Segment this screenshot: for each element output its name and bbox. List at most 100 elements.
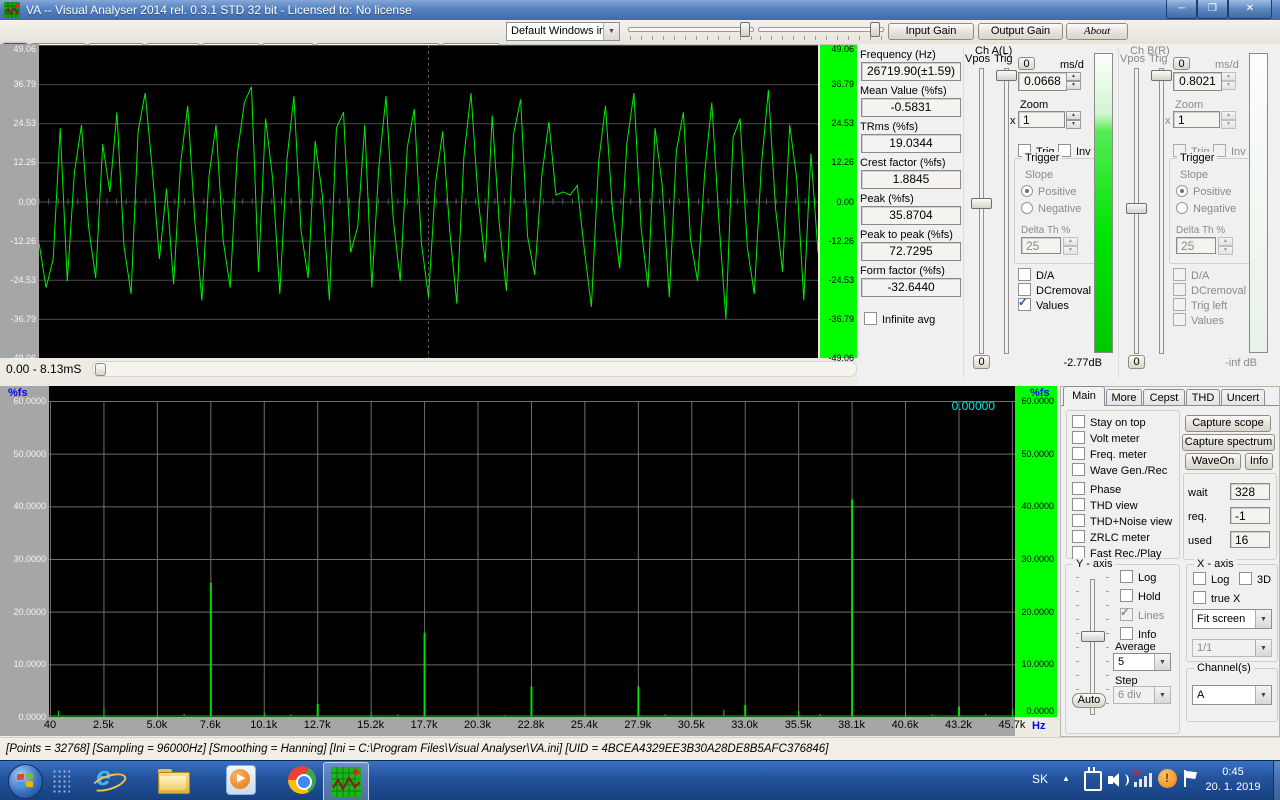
- gain-slider-2-thumb[interactable]: [870, 22, 880, 37]
- checkbox-box[interactable]: [1072, 415, 1085, 428]
- checkbox-box[interactable]: ✓: [1018, 298, 1031, 311]
- ratio-select[interactable]: 1/1 ▼: [1192, 639, 1272, 657]
- chrome-icon[interactable]: [288, 766, 318, 796]
- safely-remove-icon[interactable]: [1084, 771, 1102, 791]
- gain-slider-2[interactable]: [758, 27, 884, 32]
- radio-circle[interactable]: [1176, 185, 1188, 197]
- chA-check-values[interactable]: ✓Values: [1018, 298, 1069, 312]
- chA-inv-checkbox[interactable]: Inv: [1058, 144, 1091, 158]
- chB-zero-button[interactable]: 0: [1173, 57, 1190, 70]
- action-center-warning-icon[interactable]: !: [1158, 769, 1177, 788]
- up-arrow-icon[interactable]: ▲: [1063, 237, 1078, 246]
- volume-icon[interactable]: [1108, 771, 1128, 789]
- chB-positive-radio[interactable]: Positive: [1176, 185, 1232, 198]
- yaxis-check-log[interactable]: Log: [1120, 570, 1156, 584]
- chB-zoom-spinner[interactable]: ▲▼: [1221, 111, 1236, 128]
- media-player-icon[interactable]: ▶: [226, 765, 256, 795]
- main-check-stay-on-top[interactable]: Stay on top: [1072, 415, 1146, 429]
- step-select[interactable]: 6 div ▼: [1113, 686, 1171, 704]
- chA-msd-spinner[interactable]: ▲▼: [1066, 72, 1081, 89]
- chB-zoom-value[interactable]: 1: [1173, 111, 1220, 128]
- checkbox-box[interactable]: [1120, 627, 1133, 640]
- yaxis-check-lines[interactable]: ✓Lines: [1120, 608, 1164, 622]
- yaxis-check-info[interactable]: Info: [1120, 627, 1156, 641]
- up-arrow-icon[interactable]: ▲: [1218, 237, 1233, 246]
- output-gain-button[interactable]: Output Gain: [978, 23, 1063, 40]
- chB-delta-value[interactable]: 25: [1176, 237, 1216, 254]
- spectrum-plot[interactable]: [49, 401, 1015, 717]
- checkbox-box[interactable]: ✓: [1120, 608, 1133, 621]
- tab-uncert[interactable]: Uncert: [1221, 389, 1265, 406]
- chA-vpos-slider[interactable]: [979, 68, 984, 354]
- input-device-select[interactable]: Default Windows inp ▼: [506, 22, 620, 41]
- capture-scope-button[interactable]: Capture scope: [1185, 415, 1271, 432]
- chA-zoom-value[interactable]: 1: [1018, 111, 1065, 128]
- checkbox-box[interactable]: [1072, 498, 1085, 511]
- chB-trig-slider[interactable]: [1159, 68, 1164, 354]
- chevron-down-icon[interactable]: ▼: [1154, 687, 1170, 703]
- chA-positive-radio[interactable]: Positive: [1021, 185, 1077, 198]
- start-button[interactable]: [8, 764, 43, 799]
- up-arrow-icon[interactable]: ▲: [1221, 111, 1236, 120]
- file-explorer-icon[interactable]: [158, 767, 188, 797]
- minimize-button[interactable]: ─: [1166, 0, 1197, 19]
- close-button[interactable]: ✕: [1228, 0, 1272, 19]
- chB-delta-spinner[interactable]: ▲▼: [1218, 237, 1233, 254]
- up-arrow-icon[interactable]: ▲: [1066, 111, 1081, 120]
- main-check-thd-noise-view[interactable]: THD+Noise view: [1072, 514, 1172, 528]
- buffer-field-wait[interactable]: 328: [1230, 483, 1270, 500]
- tray-expand-icon[interactable]: ▲: [1062, 774, 1070, 783]
- checkbox-box[interactable]: [864, 312, 877, 325]
- clock-date[interactable]: 20. 1. 2019: [1198, 781, 1268, 793]
- radio-circle[interactable]: [1021, 202, 1033, 214]
- down-arrow-icon[interactable]: ▼: [1221, 81, 1236, 90]
- xaxis-log-checkbox[interactable]: Log: [1193, 572, 1229, 586]
- up-arrow-icon[interactable]: ▲: [1066, 72, 1081, 81]
- buffer-field-used[interactable]: 16: [1230, 531, 1270, 548]
- chA-zero-bottom-button[interactable]: 0: [973, 355, 990, 369]
- down-arrow-icon[interactable]: ▼: [1063, 246, 1078, 255]
- checkbox-box[interactable]: [1072, 530, 1085, 543]
- auto-button[interactable]: Auto: [1072, 693, 1106, 708]
- chB-msd-value[interactable]: 0.8021: [1173, 72, 1222, 91]
- chB-check-trig-left[interactable]: Trig left: [1173, 298, 1227, 312]
- chevron-down-icon[interactable]: ▼: [1255, 640, 1271, 656]
- chA-delta-value[interactable]: 25: [1021, 237, 1061, 254]
- internet-explorer-icon[interactable]: e: [92, 765, 122, 795]
- show-desktop-button[interactable]: [1273, 761, 1280, 800]
- fit-screen-select[interactable]: Fit screen ▼: [1192, 609, 1272, 629]
- chB-zero-bottom-button[interactable]: 0: [1128, 355, 1145, 369]
- chB-trig-thumb[interactable]: [1151, 70, 1172, 81]
- chA-check-dcremoval[interactable]: DCremoval: [1018, 283, 1091, 297]
- checkbox-box[interactable]: [1072, 447, 1085, 460]
- down-arrow-icon[interactable]: ▼: [1066, 81, 1081, 90]
- xaxis-3d-checkbox[interactable]: 3D: [1239, 572, 1271, 586]
- chB-vpos-thumb[interactable]: [1126, 203, 1147, 214]
- checkbox-box[interactable]: [1018, 268, 1031, 281]
- y-scale-slider-thumb[interactable]: [1081, 631, 1105, 642]
- checkbox-box[interactable]: [1072, 482, 1085, 495]
- chB-negative-radio[interactable]: Negative: [1176, 202, 1236, 215]
- checkbox-box[interactable]: [1120, 589, 1133, 602]
- network-icon[interactable]: ✕: [1134, 771, 1154, 789]
- chevron-down-icon[interactable]: ▼: [1255, 686, 1271, 704]
- down-arrow-icon[interactable]: ▼: [1066, 120, 1081, 129]
- chevron-down-icon[interactable]: ▼: [1154, 654, 1170, 670]
- checkbox-box[interactable]: [1120, 570, 1133, 583]
- gain-slider-1[interactable]: [628, 27, 754, 32]
- checkbox-box[interactable]: [1173, 283, 1186, 296]
- chevron-down-icon[interactable]: ▼: [603, 23, 619, 40]
- checkbox-box[interactable]: [1072, 431, 1085, 444]
- channel-select[interactable]: A ▼: [1192, 685, 1272, 705]
- scope-hscrollbar-thumb[interactable]: [95, 363, 106, 376]
- checkbox-box[interactable]: [1173, 298, 1186, 311]
- main-check-thd-view[interactable]: THD view: [1072, 498, 1138, 512]
- language-indicator[interactable]: SK: [1032, 772, 1048, 786]
- checkbox-box[interactable]: [1173, 313, 1186, 326]
- capture-spectrum-button[interactable]: Capture spectrum: [1182, 434, 1275, 451]
- restore-button[interactable]: ❐: [1197, 0, 1228, 19]
- chB-check-dcremoval[interactable]: DCremoval: [1173, 283, 1246, 297]
- about-button[interactable]: About: [1066, 23, 1128, 40]
- infinite-avg-checkbox[interactable]: Infinite avg: [864, 312, 935, 326]
- chB-check-d-a[interactable]: D/A: [1173, 268, 1209, 282]
